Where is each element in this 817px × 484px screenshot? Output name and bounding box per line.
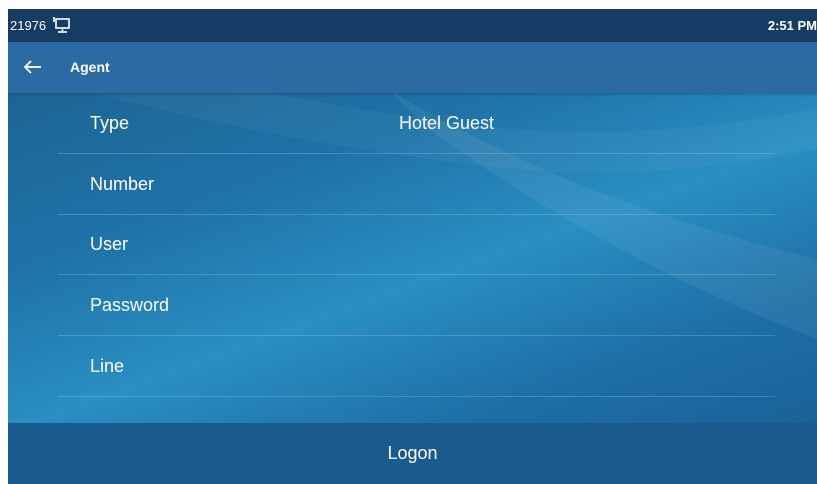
row-line[interactable]: Line: [58, 336, 775, 397]
clock-time: 2:51 PM: [767, 18, 817, 33]
type-value[interactable]: Hotel Guest: [399, 113, 494, 134]
network-monitor-icon: [53, 17, 70, 33]
row-password[interactable]: Password: [58, 275, 775, 336]
row-user[interactable]: User: [58, 214, 775, 275]
row-type[interactable]: Type Hotel Guest: [58, 93, 775, 154]
number-label: Number: [90, 174, 155, 194]
row-number[interactable]: Number: [58, 154, 775, 215]
logon-label: Logon: [387, 443, 438, 463]
title-bar: Agent: [8, 42, 817, 93]
phone-screen: 21976 2:51 PM Agent Type Hotel Guest Num…: [8, 9, 817, 484]
user-label: User: [90, 234, 129, 254]
type-label: Type: [90, 113, 130, 133]
page-title: Agent: [70, 59, 110, 75]
password-label: Password: [90, 295, 170, 315]
back-arrow-icon[interactable]: [21, 55, 45, 79]
line-label: Line: [90, 356, 125, 376]
extension-number: 21976: [10, 18, 47, 33]
status-bar: 21976 2:51 PM: [8, 9, 817, 42]
logon-button[interactable]: Logon: [8, 423, 817, 484]
